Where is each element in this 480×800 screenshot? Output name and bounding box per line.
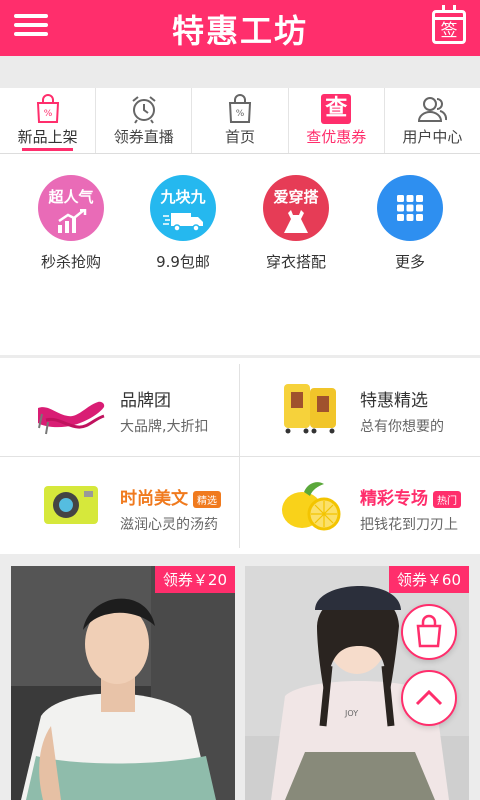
suitcase-icon bbox=[284, 384, 336, 434]
promo-grid: 品牌团 大品牌,大折扣 特惠精选 总有你想要的 时尚美文精选 滋润心灵的汤药 bbox=[0, 358, 480, 554]
chevron-up-icon bbox=[415, 689, 443, 706]
promo-subtitle: 滋润心灵的汤药 bbox=[120, 517, 218, 533]
category-label: 穿衣搭配 bbox=[265, 253, 326, 271]
tab-user-center[interactable]: 用户中心 bbox=[385, 88, 480, 153]
trending-up-chart-icon: 超人气 bbox=[38, 175, 104, 241]
category-badge-text: 超人气 bbox=[48, 188, 94, 206]
coupon-badge[interactable]: 领券￥20 bbox=[154, 566, 235, 593]
shopping-bag-percent-icon: % bbox=[36, 94, 59, 123]
svg-text:JOY: JOY bbox=[344, 709, 358, 718]
action-camera-icon bbox=[44, 486, 98, 524]
tab-new-arrivals[interactable]: % 新品上架 bbox=[0, 88, 97, 153]
category-outfit[interactable]: 爱穿搭 穿衣搭配 bbox=[251, 175, 341, 272]
tab-label: 新品上架 bbox=[17, 128, 78, 146]
alarm-clock-icon bbox=[132, 96, 156, 124]
grid-icon bbox=[377, 175, 443, 241]
hot-badge: 热门 bbox=[433, 490, 461, 508]
tab-home[interactable]: % 首页 bbox=[192, 88, 289, 153]
coupon-badge[interactable]: 领券￥60 bbox=[388, 566, 469, 593]
category-label: 9.9包邮 bbox=[156, 253, 210, 271]
man-in-tshirt-photo bbox=[11, 566, 235, 800]
tab-search-coupons[interactable]: 查 查优惠券 bbox=[289, 88, 385, 153]
promo-title: 特惠精选 bbox=[360, 391, 428, 411]
tab-label: 用户中心 bbox=[402, 128, 463, 146]
promo-brand-group[interactable]: 品牌团 大品牌,大折扣 bbox=[0, 358, 240, 456]
category-label: 更多 bbox=[394, 253, 425, 271]
promo-special-picks[interactable]: 特惠精选 总有你想要的 bbox=[240, 358, 480, 456]
users-icon bbox=[418, 97, 448, 122]
promo-subtitle: 把钱花到刀刃上 bbox=[360, 517, 458, 533]
category-grid: 超人气 秒杀抢购 九块九 9.9包邮 爱穿搭 穿衣搭配 更多 bbox=[0, 155, 480, 355]
promo-fashion-articles[interactable]: 时尚美文 精选 滋润心灵的汤药 bbox=[0, 456, 240, 554]
tab-coupon-live[interactable]: 领券直播 bbox=[96, 88, 193, 153]
svg-text:%: % bbox=[236, 109, 245, 119]
tab-label: 首页 bbox=[225, 128, 256, 146]
divider bbox=[0, 554, 480, 564]
page-title: 特惠工坊 bbox=[171, 12, 308, 50]
promo-title-text: 精彩专场 bbox=[360, 489, 428, 509]
category-label: 秒杀抢购 bbox=[40, 253, 101, 271]
promo-title: 精彩专场 热门 bbox=[360, 484, 461, 509]
dress-graphic bbox=[284, 210, 308, 233]
promo-title-text: 时尚美文 bbox=[120, 489, 188, 509]
cart-button[interactable] bbox=[401, 604, 457, 660]
category-badge-text: 爱穿搭 bbox=[273, 188, 319, 206]
sign-in-calendar-button[interactable]: 签 bbox=[432, 5, 466, 44]
promo-special-venue[interactable]: 精彩专场 热门 把钱花到刀刃上 bbox=[240, 456, 480, 554]
banner-placeholder bbox=[0, 56, 480, 88]
top-nav-tabs: % 新品上架 领券直播 % 首页 查 查优惠券 用户中心 bbox=[0, 88, 480, 154]
lemon-icon bbox=[282, 482, 341, 531]
shopping-bag-icon bbox=[416, 614, 442, 648]
category-more[interactable]: 更多 bbox=[365, 175, 455, 272]
category-flash-sale[interactable]: 超人气 秒杀抢购 bbox=[26, 175, 116, 272]
grid-graphic bbox=[397, 195, 423, 221]
app-header: 特惠工坊 签 bbox=[0, 0, 480, 56]
bag-percent-icon: % bbox=[228, 94, 252, 123]
delivery-truck-icon: 九块九 bbox=[150, 175, 216, 241]
promo-title: 品牌团 bbox=[120, 391, 171, 411]
promo-subtitle: 大品牌,大折扣 bbox=[120, 419, 209, 435]
bar-chart-graphic bbox=[58, 209, 87, 233]
product-card[interactable]: 领券￥20 bbox=[11, 566, 235, 800]
promo-title: 时尚美文 精选 bbox=[120, 484, 221, 509]
promo-subtitle: 总有你想要的 bbox=[360, 419, 444, 435]
tab-label: 查优惠券 bbox=[306, 128, 367, 146]
high-heel-shoe-icon bbox=[38, 401, 105, 435]
search-coupon-icon: 查 bbox=[321, 94, 352, 124]
category-nine-nine[interactable]: 九块九 9.9包邮 bbox=[138, 175, 228, 272]
back-to-top-button[interactable] bbox=[401, 670, 457, 726]
dress-icon: 爱穿搭 bbox=[263, 175, 329, 241]
truck-graphic bbox=[163, 213, 203, 232]
sign-label: 签 bbox=[440, 21, 458, 41]
featured-badge: 精选 bbox=[193, 490, 221, 508]
tab-label: 领券直播 bbox=[113, 128, 174, 146]
category-badge-text: 九块九 bbox=[160, 188, 206, 206]
svg-text:%: % bbox=[43, 109, 52, 119]
